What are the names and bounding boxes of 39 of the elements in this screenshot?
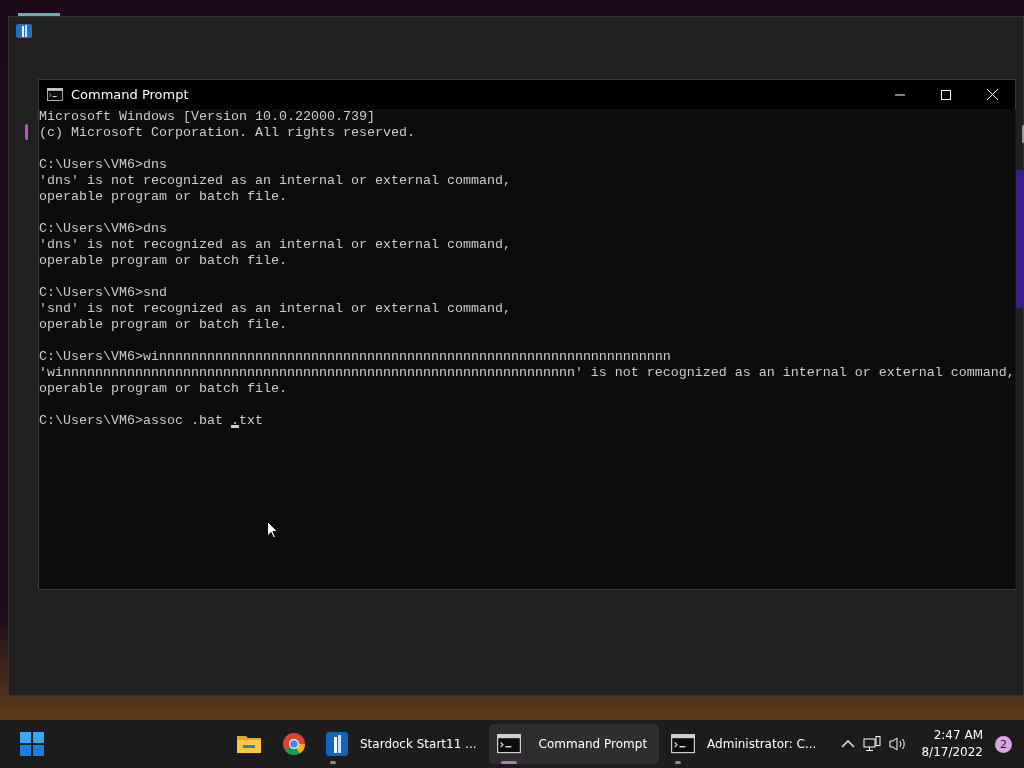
console-line: C:\Users\VM6>dns xyxy=(39,221,167,237)
browser-icon xyxy=(282,732,306,756)
start-button[interactable] xyxy=(20,732,44,759)
console-line: operable program or batch file. xyxy=(39,189,287,205)
selection-indicator xyxy=(25,124,28,140)
console-line: (c) Microsoft Corporation. All rights reserved. xyxy=(39,125,415,141)
console-line: Microsoft Windows [Version 10.0.22000.739] xyxy=(39,109,375,125)
mouse-pointer-icon xyxy=(267,521,278,539)
network-icon[interactable] xyxy=(863,736,882,752)
app-icon xyxy=(326,732,348,756)
console-line: C:\Users\VM6>dns xyxy=(39,157,167,173)
notification-badge[interactable]: 2 xyxy=(995,735,1012,753)
console-line: C:\Users\VM6>winnnnnnnnnnnnnnnnnnnnnnnnnnnnnnnnnnnnnnnnnnnnnnnnnnnnnnnnnnnnnnnn xyxy=(39,349,671,365)
console-line: 'snd' is not recognized as an internal or external command, xyxy=(39,301,511,317)
taskbar-button[interactable]: Administrator: C... xyxy=(663,724,825,764)
taskbar-button[interactable]: Command Prompt xyxy=(488,724,660,764)
clock-date[interactable]: 8/17/2022 xyxy=(921,744,983,761)
console-line: 'winnnnnnnnnnnnnnnnnnnnnnnnnnnnnnnnnnnnnnnnnnnnnnnnnnnnnnnnnnnnnnnn' is not recognized as an internal or external command, xyxy=(39,365,1015,381)
scroll-thumb[interactable] xyxy=(1021,125,1024,143)
maximize-icon xyxy=(941,89,951,100)
taskbar-button[interactable]: Stardock Start11 ... xyxy=(318,724,485,764)
clock-time[interactable]: 2:47 AM xyxy=(933,727,983,744)
console-line: 'dns' is not recognized as an internal or external command, xyxy=(39,237,511,253)
folder-icon xyxy=(236,733,262,755)
console-line: operable program or batch file. xyxy=(39,253,287,269)
terminal-icon xyxy=(47,88,63,101)
tab-indicator xyxy=(18,13,60,16)
speaker-icon[interactable] xyxy=(889,736,908,752)
console-line: operable program or batch file. xyxy=(39,381,287,397)
terminal-icon xyxy=(496,734,521,754)
app-icon xyxy=(16,24,32,38)
chevron-up-icon[interactable] xyxy=(841,740,856,748)
console-line: operable program or batch file. xyxy=(39,317,287,333)
terminal-icon xyxy=(671,734,696,754)
console-line: C:\Users\VM6>snd xyxy=(39,285,167,301)
command-input[interactable]: C:\Users\VM6>assoc .bat .txt xyxy=(39,413,263,429)
console-line: 'dns' is not recognized as an internal or external command, xyxy=(39,173,511,189)
close-icon xyxy=(986,89,998,100)
window-title: Command Prompt xyxy=(71,87,190,102)
